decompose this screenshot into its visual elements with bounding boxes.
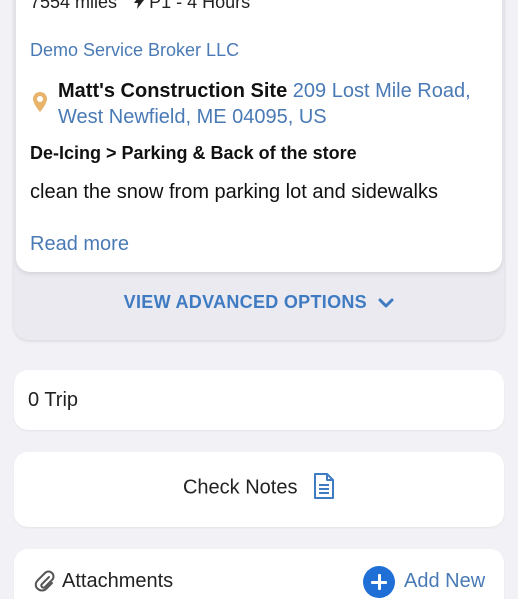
- priority-badge: P1 - 4 Hours: [134, 0, 250, 12]
- distance-text: 7554 miles: [30, 0, 118, 12]
- site-name: Matt's Construction Site: [58, 80, 288, 102]
- site-info: Matt's Construction Site 209 Lost Mile R…: [58, 78, 478, 130]
- bolt-icon: [134, 0, 145, 9]
- work-order-meta: 7554 miles P1 - 4 Hours: [30, 0, 250, 13]
- advanced-options-label: VIEW ADVANCED OPTIONS: [123, 292, 367, 312]
- location-pin-icon: [33, 92, 47, 112]
- document-icon: [314, 473, 335, 499]
- check-notes-label: Check Notes: [182, 476, 298, 499]
- view-advanced-options-button[interactable]: VIEW ADVANCED OPTIONS: [14, 292, 504, 313]
- add-new-button[interactable]: Add New: [404, 570, 485, 593]
- trip-card[interactable]: 0 Trip: [14, 370, 504, 430]
- work-description: clean the snow from parking lot and side…: [30, 181, 438, 203]
- attachments-label: Attachments: [62, 570, 174, 592]
- attachments-card: Attachments Add New: [14, 549, 504, 599]
- service-title: De-Icing > Parking & Back of the store: [30, 143, 357, 163]
- priority-text: P1 - 4 Hours: [149, 0, 251, 12]
- paperclip-icon: [34, 570, 55, 592]
- read-more-link[interactable]: Read more: [30, 233, 129, 256]
- trip-count: 0 Trip: [28, 389, 79, 411]
- check-notes-button[interactable]: Check Notes: [14, 473, 504, 500]
- screen: 7554 miles P1 - 4 Hours Demo Service Bro…: [0, 0, 518, 599]
- broker-link[interactable]: Demo Service Broker LLC: [30, 40, 239, 61]
- check-notes-card[interactable]: Check Notes: [14, 452, 504, 527]
- chevron-down-icon: [378, 298, 394, 308]
- plus-circle-icon[interactable]: [363, 566, 395, 598]
